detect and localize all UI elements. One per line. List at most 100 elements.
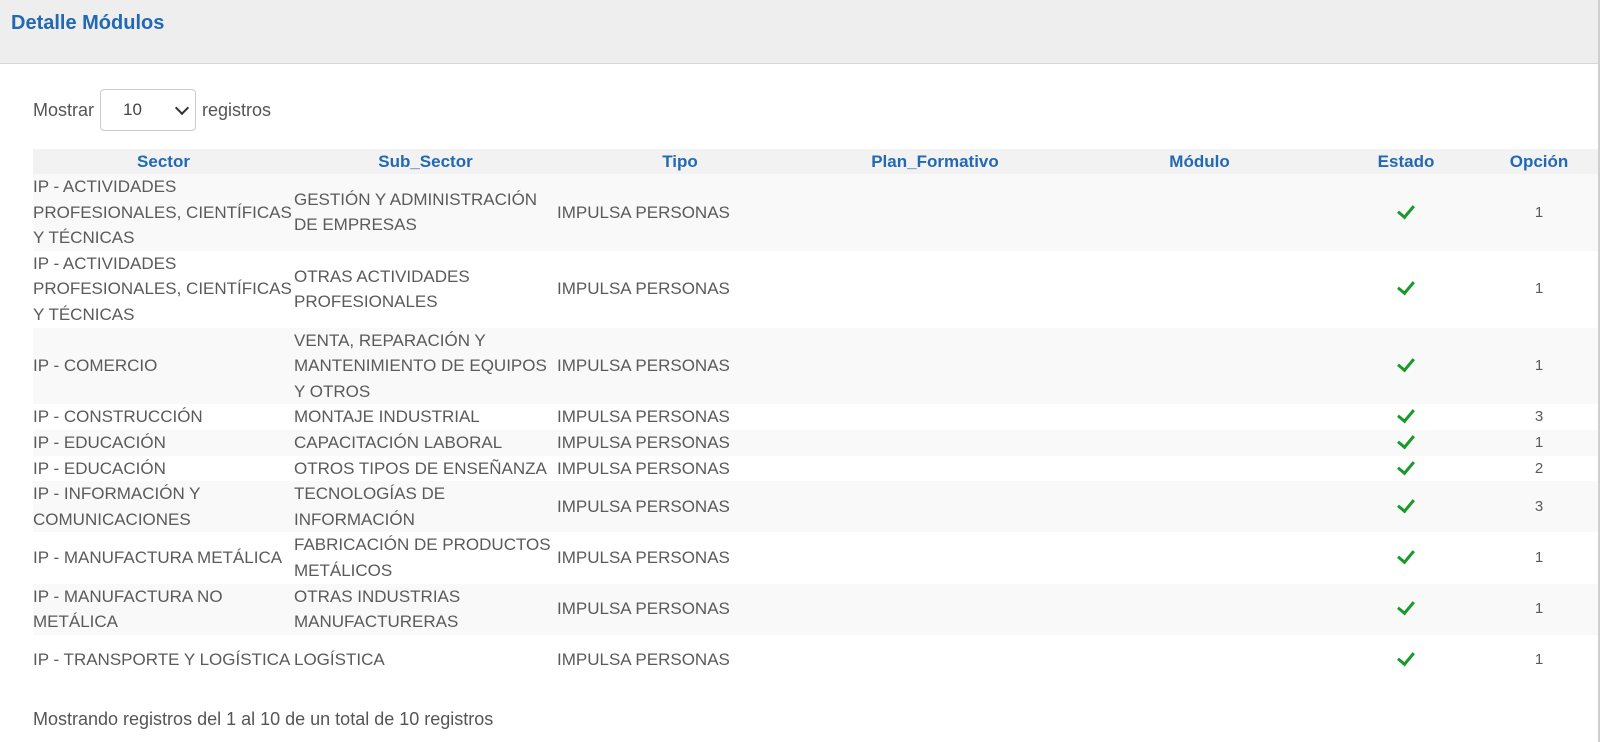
cell-tipo: IMPULSA PERSONAS	[557, 455, 803, 482]
cell-sector: IP - ACTIVIDADES PROFESIONALES, CIENTÍFI…	[33, 250, 294, 328]
check-icon	[1397, 456, 1415, 475]
cell-estado	[1332, 634, 1480, 686]
cell-sub-sector: GESTIÓN Y ADMINISTRACIÓN DE EMPRESAS	[294, 174, 557, 251]
cell-sector: IP - TRANSPORTE Y LOGÍSTICA	[33, 634, 294, 686]
column-header-sector[interactable]: Sector	[33, 149, 294, 174]
check-icon	[1397, 648, 1415, 667]
cell-tipo: IMPULSA PERSONAS	[557, 250, 803, 328]
cell-opcion[interactable]: 1	[1480, 174, 1598, 251]
cell-modulo	[1067, 429, 1332, 456]
cell-sub-sector: OTROS TIPOS DE ENSEÑANZA	[294, 455, 557, 482]
cell-opcion[interactable]: 1	[1480, 327, 1598, 405]
table-row: IP - ACTIVIDADES PROFESIONALES, CIENTÍFI…	[33, 250, 1598, 328]
cell-plan-formativo	[803, 583, 1067, 635]
length-prefix: Mostrar	[33, 99, 95, 120]
length-menu: Mostrar 10 registros	[33, 88, 271, 132]
cell-tipo: IMPULSA PERSONAS	[557, 481, 803, 533]
cell-estado	[1332, 481, 1480, 533]
length-suffix: registros	[202, 99, 272, 120]
cell-sector: IP - EDUCACIÓN	[33, 429, 294, 456]
cell-sub-sector: OTRAS ACTIVIDADES PROFESIONALES	[294, 250, 557, 328]
check-icon	[1397, 277, 1415, 296]
table-row: IP - EDUCACIÓN CAPACITACIÓN LABORAL IMPU…	[33, 429, 1598, 456]
column-header-modulo[interactable]: Módulo	[1067, 149, 1332, 174]
chevron-down-icon	[174, 100, 190, 115]
cell-sector: IP - EDUCACIÓN	[33, 455, 294, 482]
cell-sector: IP - ACTIVIDADES PROFESIONALES, CIENTÍFI…	[33, 174, 294, 251]
cell-plan-formativo	[803, 634, 1067, 686]
cell-tipo: IMPULSA PERSONAS	[557, 532, 803, 584]
check-icon	[1397, 596, 1415, 616]
cell-tipo: IMPULSA PERSONAS	[557, 327, 803, 405]
table-row: IP - MANUFACTURA NO METÁLICA OTRAS INDUS…	[33, 583, 1598, 635]
cell-estado	[1332, 429, 1480, 456]
cell-opcion[interactable]: 3	[1480, 481, 1598, 533]
table-row: IP - TRANSPORTE Y LOGÍSTICA LOGÍSTICA IM…	[33, 634, 1598, 686]
table-row: IP - CONSTRUCCIÓN MONTAJE INDUSTRIAL IMP…	[33, 404, 1598, 430]
cell-modulo	[1067, 634, 1332, 686]
cell-sub-sector: MONTAJE INDUSTRIAL	[294, 404, 557, 430]
check-icon	[1397, 353, 1415, 373]
page-length-value: 10	[123, 100, 142, 119]
cell-estado	[1332, 532, 1480, 584]
table-row: IP - COMERCIO VENTA, REPARACIÓN Y MANTEN…	[33, 327, 1598, 405]
cell-sector: IP - MANUFACTURA METÁLICA	[33, 532, 294, 584]
cell-modulo	[1067, 327, 1332, 405]
cell-sector: IP - CONSTRUCCIÓN	[33, 404, 294, 430]
cell-tipo: IMPULSA PERSONAS	[557, 174, 803, 251]
cell-opcion[interactable]: 1	[1480, 250, 1598, 328]
cell-opcion[interactable]: 3	[1480, 404, 1598, 430]
cell-estado	[1332, 250, 1480, 328]
table-row: IP - ACTIVIDADES PROFESIONALES, CIENTÍFI…	[33, 174, 1598, 251]
panel-header: Detalle Módulos	[0, 0, 1598, 64]
column-header-sub-sector[interactable]: Sub_Sector	[294, 149, 557, 174]
cell-modulo	[1067, 455, 1332, 482]
column-header-tipo[interactable]: Tipo	[557, 149, 803, 174]
cell-plan-formativo	[803, 250, 1067, 328]
modules-table: Sector Sub_Sector Tipo Plan_Formativo Mó…	[33, 149, 1598, 686]
cell-sub-sector: LOGÍSTICA	[294, 634, 557, 686]
cell-sub-sector: TECNOLOGÍAS DE INFORMACIÓN	[294, 481, 557, 533]
column-header-estado[interactable]: Estado	[1332, 149, 1480, 174]
table-row: IP - EDUCACIÓN OTROS TIPOS DE ENSEÑANZA …	[33, 455, 1598, 482]
cell-modulo	[1067, 404, 1332, 430]
cell-plan-formativo	[803, 429, 1067, 456]
cell-tipo: IMPULSA PERSONAS	[557, 429, 803, 456]
page-length-select[interactable]: 10	[100, 89, 197, 131]
cell-sub-sector: FABRICACIÓN DE PRODUCTOS METÁLICOS	[294, 532, 557, 584]
cell-plan-formativo	[803, 404, 1067, 430]
cell-opcion[interactable]: 1	[1480, 429, 1598, 456]
cell-modulo	[1067, 250, 1332, 328]
check-icon	[1397, 494, 1415, 514]
cell-plan-formativo	[803, 327, 1067, 405]
check-icon	[1397, 200, 1415, 219]
check-icon	[1397, 545, 1415, 565]
cell-tipo: IMPULSA PERSONAS	[557, 404, 803, 430]
column-header-opcion[interactable]: Opción	[1480, 149, 1598, 174]
cell-estado	[1332, 174, 1480, 251]
table-row: IP - MANUFACTURA METÁLICA FABRICACIÓN DE…	[33, 532, 1598, 584]
cell-sub-sector: CAPACITACIÓN LABORAL	[294, 429, 557, 456]
cell-estado	[1332, 583, 1480, 635]
cell-sub-sector: VENTA, REPARACIÓN Y MANTENIMIENTO DE EQU…	[294, 327, 557, 405]
check-icon	[1397, 430, 1415, 450]
page-title: Detalle Módulos	[11, 12, 165, 34]
table-info: Mostrando registros del 1 al 10 de un to…	[33, 709, 494, 729]
check-icon	[1397, 405, 1415, 424]
cell-plan-formativo	[803, 174, 1067, 251]
cell-sector: IP - MANUFACTURA NO METÁLICA	[33, 583, 294, 635]
cell-opcion[interactable]: 1	[1480, 532, 1598, 584]
cell-plan-formativo	[803, 455, 1067, 482]
cell-modulo	[1067, 481, 1332, 533]
cell-estado	[1332, 404, 1480, 430]
cell-sector: IP - INFORMACIÓN Y COMUNICACIONES	[33, 481, 294, 533]
cell-plan-formativo	[803, 532, 1067, 584]
cell-opcion[interactable]: 2	[1480, 455, 1598, 482]
cell-opcion[interactable]: 1	[1480, 634, 1598, 686]
column-header-plan-formativo[interactable]: Plan_Formativo	[803, 149, 1067, 174]
cell-modulo	[1067, 532, 1332, 584]
table-header-row: Sector Sub_Sector Tipo Plan_Formativo Mó…	[33, 149, 1598, 174]
cell-plan-formativo	[803, 481, 1067, 533]
cell-estado	[1332, 327, 1480, 405]
cell-opcion[interactable]: 1	[1480, 583, 1598, 635]
